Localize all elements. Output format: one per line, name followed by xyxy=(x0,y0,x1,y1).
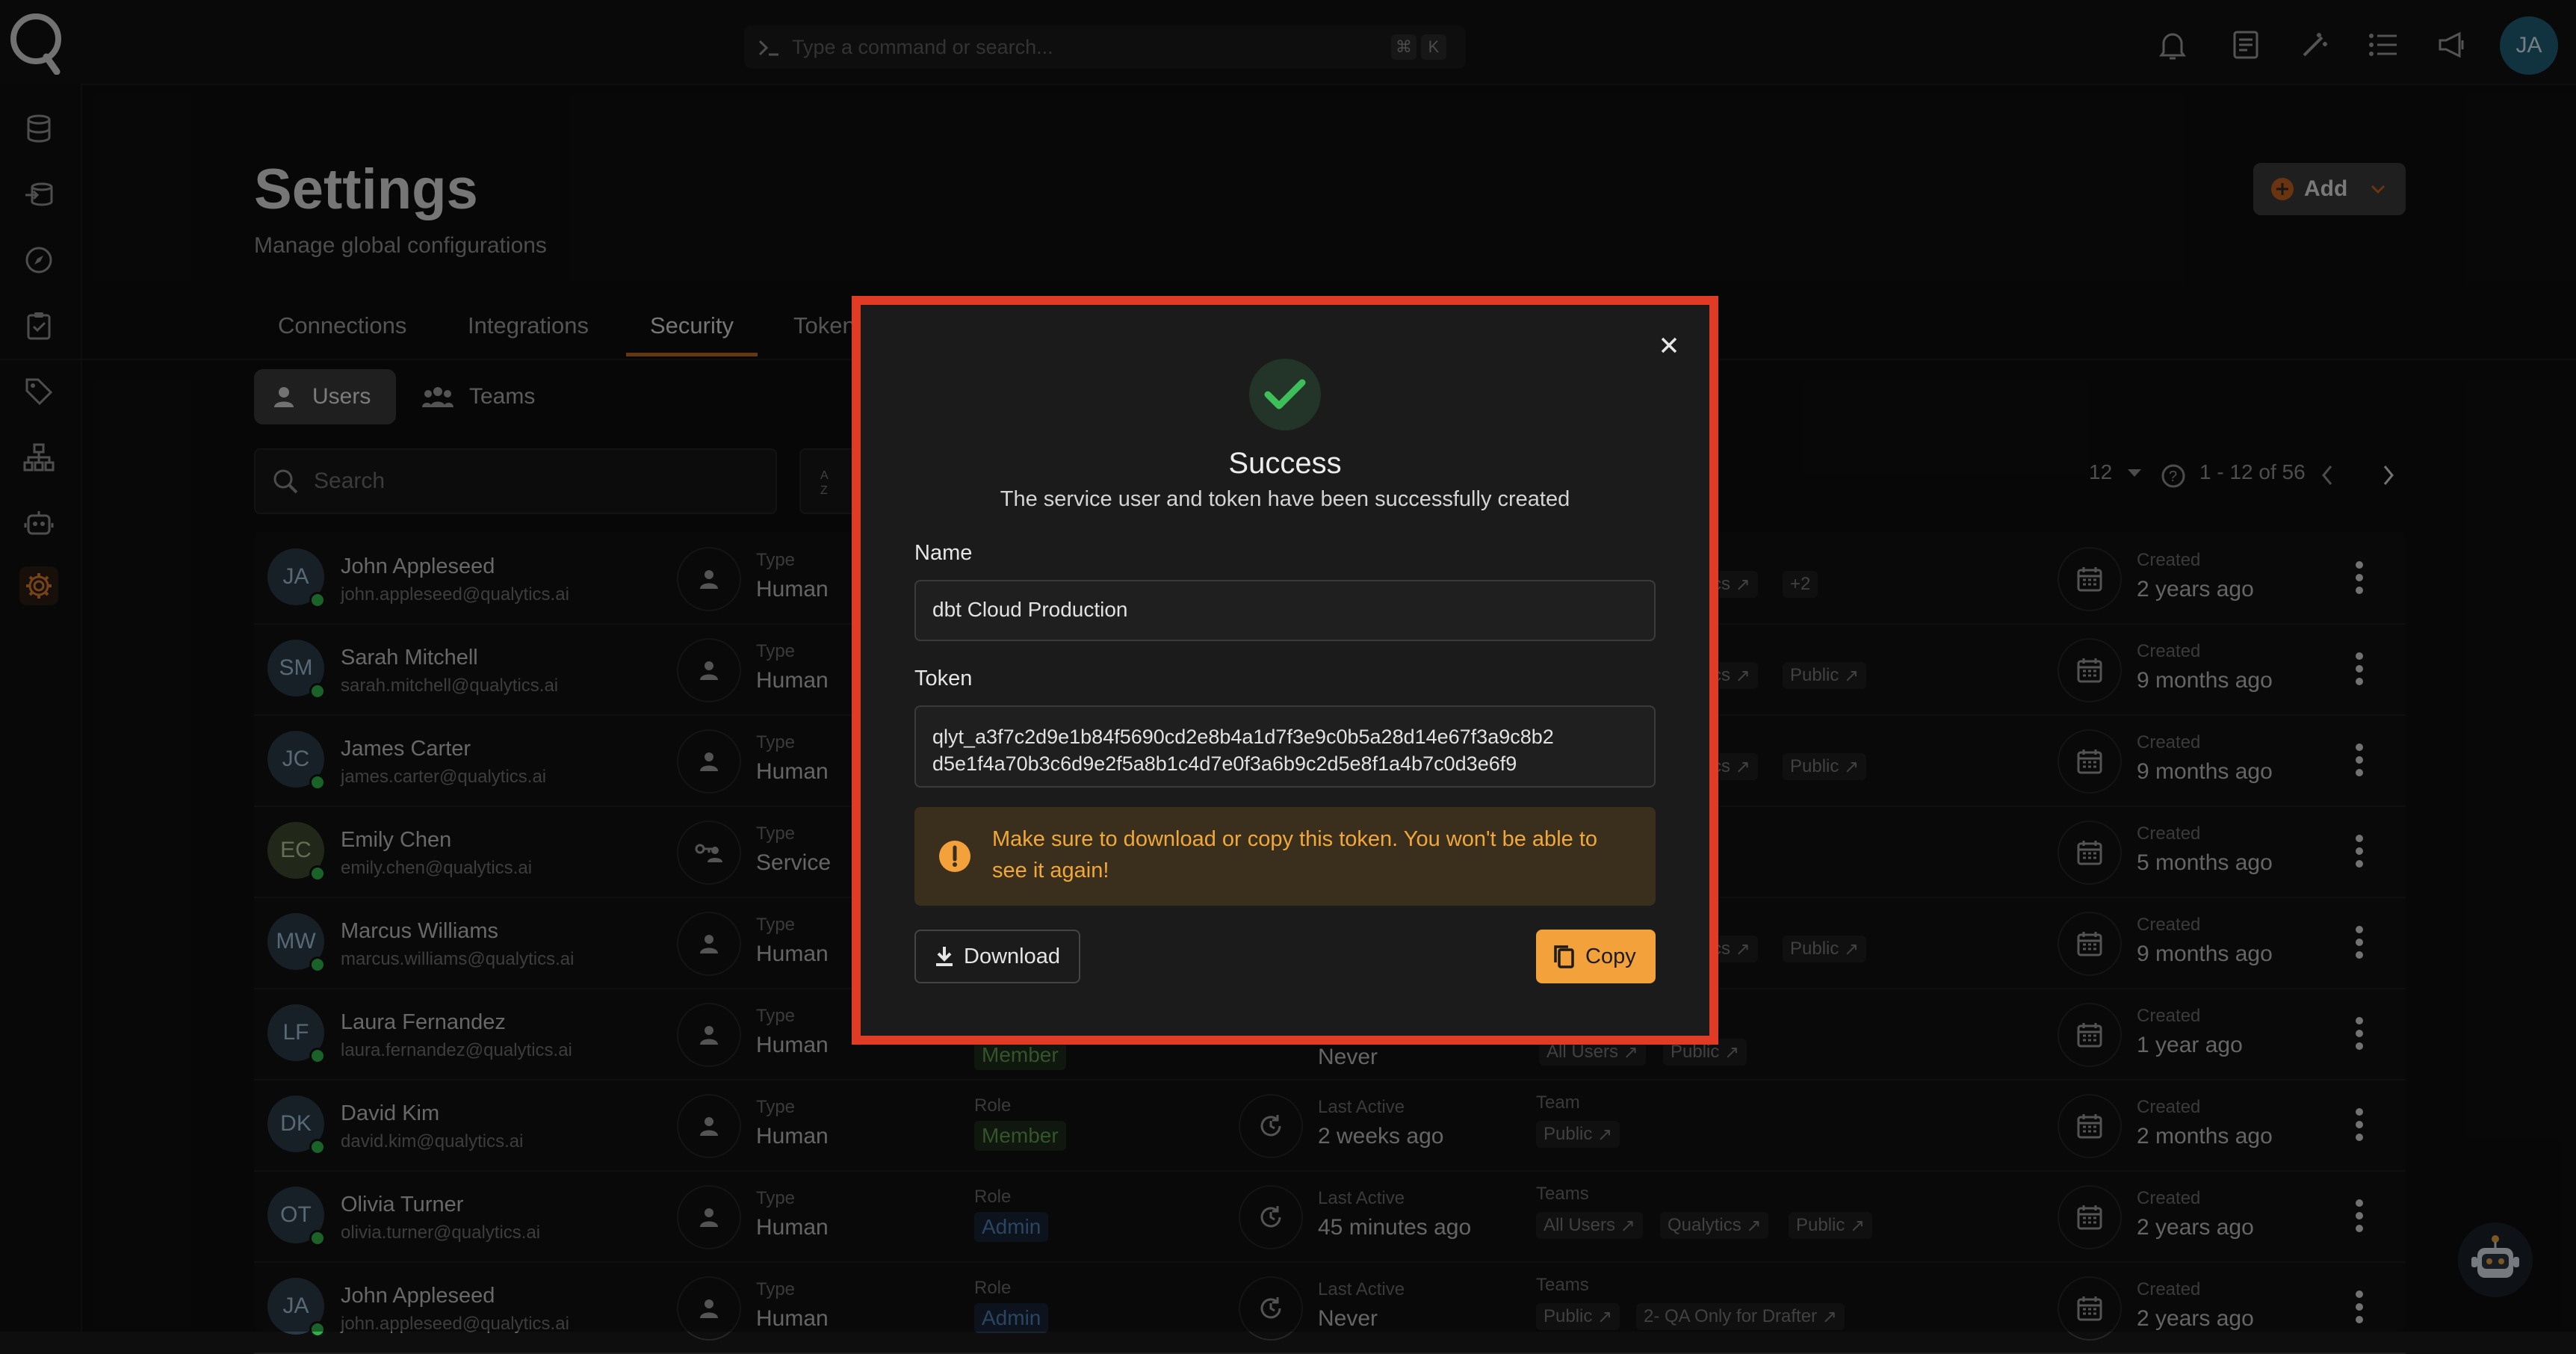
dialog-title: Success xyxy=(1228,447,1342,480)
token-field[interactable]: qlyt_a3f7c2d9e1b84f5690cd2e8b4a1d7f3e9c0… xyxy=(914,705,1656,788)
copy-button[interactable]: Copy xyxy=(1536,930,1656,983)
token-value-line-2: d5e1f4a70b3c6d9e2f5a8b1c4d7e0f3a6b9c2d5e… xyxy=(932,752,1517,775)
success-check-icon xyxy=(1249,359,1321,430)
copy-label: Copy xyxy=(1585,944,1636,968)
warning-icon xyxy=(939,841,970,872)
download-icon xyxy=(936,947,953,966)
dialog-subtitle: The service user and token have been suc… xyxy=(1000,487,1570,511)
name-field-value: dbt Cloud Production xyxy=(932,598,1128,621)
token-value-line-1: qlyt_a3f7c2d9e1b84f5690cd2e8b4a1d7f3e9c0… xyxy=(932,726,1554,748)
name-field[interactable]: dbt Cloud Production xyxy=(914,580,1656,641)
download-button[interactable]: Download xyxy=(914,930,1080,983)
token-field-label: Token xyxy=(914,667,973,690)
token-warning-banner: Make sure to download or copy this token… xyxy=(914,807,1656,906)
name-field-label: Name xyxy=(914,541,973,565)
download-label: Download xyxy=(964,944,1060,968)
copy-icon xyxy=(1554,945,1574,968)
warning-text: Make sure to download or copy this token… xyxy=(992,827,1598,882)
close-icon[interactable] xyxy=(1656,332,1682,359)
